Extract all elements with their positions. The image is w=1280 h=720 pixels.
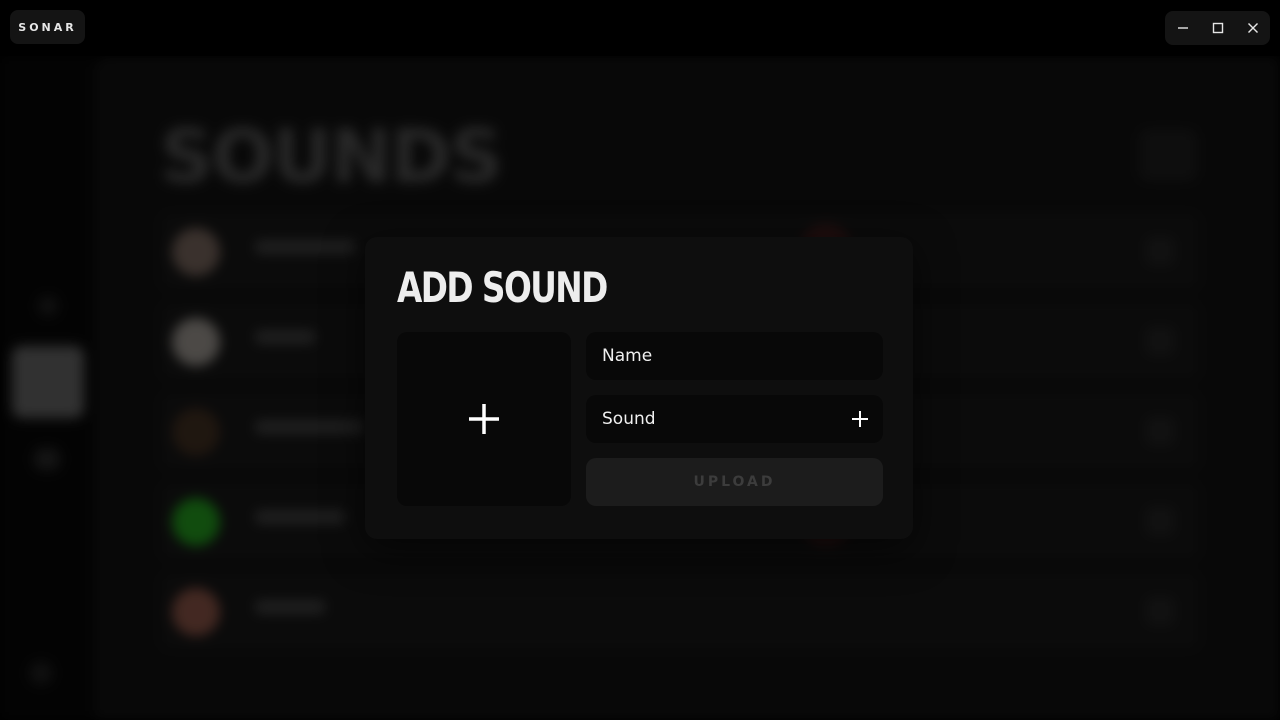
name-field — [586, 332, 883, 380]
dialog-title: ADD SOUND — [397, 263, 608, 312]
minimize-button[interactable] — [1165, 11, 1200, 45]
upload-button[interactable]: UPLOAD — [586, 458, 883, 506]
add-sound-dialog: ADD SOUND Sound UPLOAD — [365, 237, 913, 539]
plus-icon — [469, 404, 499, 434]
sound-file-picker[interactable]: Sound — [586, 395, 883, 443]
sound-field-label: Sound — [602, 409, 656, 429]
image-upload-area[interactable] — [397, 332, 571, 506]
close-button[interactable] — [1235, 11, 1270, 45]
close-icon — [1247, 23, 1258, 33]
maximize-button[interactable] — [1200, 11, 1235, 45]
title-bar: SONAR — [0, 0, 1280, 56]
name-input[interactable] — [586, 332, 883, 380]
plus-icon — [852, 411, 868, 427]
app-logo: SONAR — [10, 10, 85, 44]
minimize-icon — [1177, 27, 1188, 29]
maximize-icon — [1212, 22, 1223, 34]
window-controls — [1165, 11, 1270, 45]
